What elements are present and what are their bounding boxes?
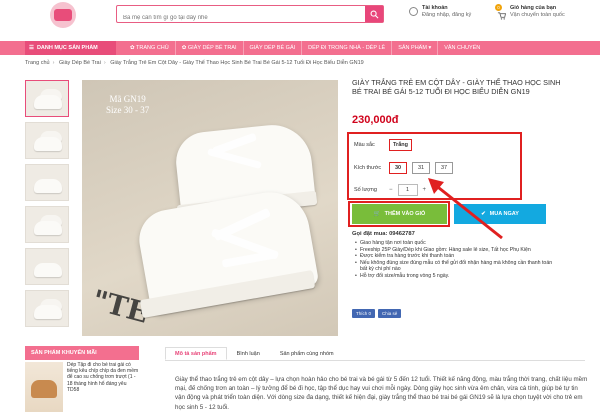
nav-item-girls[interactable]: GIÀY DÉP BÉ GÁI bbox=[242, 41, 302, 55]
nav-item-label: GIÀY DÉP BÉ TRAI bbox=[187, 45, 237, 51]
logo-mark bbox=[54, 9, 72, 21]
breadcrumb-home[interactable]: Trang chủ bbox=[25, 60, 50, 66]
account-title: Tài khoản bbox=[422, 5, 448, 11]
nav-item-label: VẬN CHUYỂN bbox=[444, 45, 481, 51]
tab-related[interactable]: Sản phẩm cùng nhóm bbox=[270, 347, 344, 360]
nav-item-products[interactable]: SẢN PHẨM ▾ bbox=[391, 41, 437, 55]
quantity-decrement[interactable]: − bbox=[389, 187, 393, 193]
nav-item-boys[interactable]: ✿ GIÀY DÉP BÉ TRAI bbox=[174, 41, 243, 55]
breadcrumb-current: Giày Trắng Trẻ Em Cột Dây - Giày Thể Tha… bbox=[110, 60, 364, 66]
site-logo[interactable] bbox=[50, 2, 76, 28]
promo-section-title: SẢN PHẨM KHUYẾN MÃI bbox=[25, 346, 139, 360]
thumbnail[interactable] bbox=[25, 80, 69, 117]
account-sub: Đăng nhập, đăng ký bbox=[422, 12, 472, 18]
promo-item[interactable]: Dép Tập đi cho bé trai gái có tiếng kêu … bbox=[25, 362, 139, 412]
product-tabs: Mô tả sản phẩm Bình luận Sản phẩm cùng n… bbox=[165, 347, 585, 361]
tab-description[interactable]: Mô tả sản phẩm bbox=[165, 347, 227, 360]
menu-icon: ☰ bbox=[29, 45, 34, 51]
size-option[interactable]: 30 bbox=[389, 162, 407, 174]
quantity-row: Số lượng − 1 + bbox=[354, 184, 426, 196]
nav-item-label: TRANG CHỦ bbox=[136, 45, 169, 51]
account-link[interactable]: Tài khoản Đăng nhập, đăng ký bbox=[409, 5, 471, 23]
color-option-white[interactable]: Trắng bbox=[389, 139, 412, 151]
hotline: Gọi đặt mua: 09462787 bbox=[352, 231, 415, 237]
nav-item-home[interactable]: ✿ TRANG CHỦ bbox=[124, 41, 175, 55]
benefit-item: Hỗ trợ đổi size/mẫu trong vòng 5 ngày. bbox=[355, 273, 560, 280]
hotline-number[interactable]: 09462787 bbox=[389, 231, 415, 237]
thumbnail[interactable] bbox=[25, 290, 69, 327]
cart-icon: 🛒 bbox=[373, 211, 381, 217]
breadcrumb-category[interactable]: Giày Dép Bé Trai bbox=[59, 60, 101, 66]
site-header: Tài khoản Đăng nhập, đăng ký 0 Giỏ hàng … bbox=[0, 0, 600, 40]
quantity-label: Số lượng bbox=[354, 187, 377, 193]
image-caption-code: Mã GN19 bbox=[109, 94, 146, 104]
user-icon bbox=[409, 7, 418, 16]
cart-icon: 0 bbox=[495, 4, 507, 20]
quantity-input[interactable]: 1 bbox=[397, 184, 418, 196]
facebook-like-button[interactable]: Thích 0 bbox=[352, 309, 376, 318]
social-share: Thích 0 Chia sẻ bbox=[352, 309, 402, 318]
promo-item-image[interactable] bbox=[25, 362, 63, 412]
nav-item-slippers[interactable]: DÉP ĐI TRONG NHÀ - DÉP LÊ bbox=[301, 41, 391, 55]
nav-item-label: GIÀY DÉP BÉ GÁI bbox=[249, 45, 296, 51]
cart-title: Giỏ hàng của bạn bbox=[510, 5, 557, 11]
benefit-item: Nếu không đúng size đúng mẫu có thể gửi … bbox=[355, 260, 560, 273]
thumbnail[interactable] bbox=[25, 206, 69, 243]
thumbnail[interactable] bbox=[25, 164, 69, 201]
cart-count-badge: 0 bbox=[495, 4, 502, 11]
product-title: GIÀY TRẮNG TRẺ EM CỘT DÂY - GIÀY THỂ THA… bbox=[352, 78, 561, 96]
search-icon bbox=[370, 10, 378, 18]
tab-comments[interactable]: Bình luận bbox=[227, 347, 270, 360]
search-input[interactable] bbox=[117, 10, 362, 26]
benefits-list: Giao hàng tận nơi toàn quốc Freeship 25P… bbox=[355, 240, 560, 280]
main-nav: ☰ DANH MỤC SẢN PHẨM ✿ TRANG CHỦ ✿ GIÀY D… bbox=[0, 41, 600, 55]
thumbnail[interactable] bbox=[25, 248, 69, 285]
category-menu-label: DANH MỤC SẢN PHẨM bbox=[36, 45, 98, 51]
cart-sub: Vận chuyển toàn quốc bbox=[510, 12, 565, 18]
nav-item-label: SẢN PHẨM bbox=[398, 45, 427, 51]
color-label: Màu sắc bbox=[354, 142, 375, 148]
product-page: Tài khoản Đăng nhập, đăng ký 0 Giỏ hàng … bbox=[0, 0, 600, 416]
product-description: Giày thể thao trắng trẻ em cột dây – lựa… bbox=[175, 376, 588, 411]
promo-item-text[interactable]: Dép Tập đi cho bé trai gái có tiếng kêu … bbox=[67, 362, 139, 412]
thumbnail-list bbox=[25, 80, 69, 332]
product-main-image[interactable]: GIRL "TE Mã GN19 Size 30 - 37 bbox=[82, 80, 338, 336]
breadcrumb-separator: › bbox=[52, 60, 55, 66]
nav-item-shipping[interactable]: VẬN CHUYỂN bbox=[437, 41, 486, 55]
benefit-item: Được kiểm tra hàng trước khi thanh toán bbox=[355, 253, 560, 260]
hotline-label: Gọi đặt mua: bbox=[352, 231, 388, 237]
cart-link[interactable]: 0 Giỏ hàng của bạn Vận chuyển toàn quốc bbox=[495, 4, 565, 20]
product-price: 230,000đ bbox=[352, 114, 399, 126]
annotation-arrow-icon bbox=[428, 178, 503, 240]
thumbnail[interactable] bbox=[25, 122, 69, 159]
breadcrumb: Trang chủ › Giày Dép Bé Trai › Giày Trắng … bbox=[25, 60, 364, 66]
nav-item-label: DÉP ĐI TRONG NHÀ - DÉP LÊ bbox=[308, 45, 386, 51]
breadcrumb-separator: › bbox=[103, 60, 106, 66]
color-row: Màu sắc Trắng bbox=[354, 139, 412, 151]
search-button[interactable] bbox=[365, 6, 383, 22]
size-label: Kích thước bbox=[354, 165, 382, 171]
facebook-share-button[interactable]: Chia sẻ bbox=[378, 309, 402, 318]
image-caption-size: Size 30 - 37 bbox=[106, 105, 150, 115]
search-box bbox=[116, 5, 384, 26]
category-menu-button[interactable]: ☰ DANH MỤC SẢN PHẨM bbox=[25, 41, 116, 55]
chevron-down-icon: ▾ bbox=[426, 45, 432, 51]
image-caption: Mã GN19 Size 30 - 37 bbox=[106, 94, 149, 116]
